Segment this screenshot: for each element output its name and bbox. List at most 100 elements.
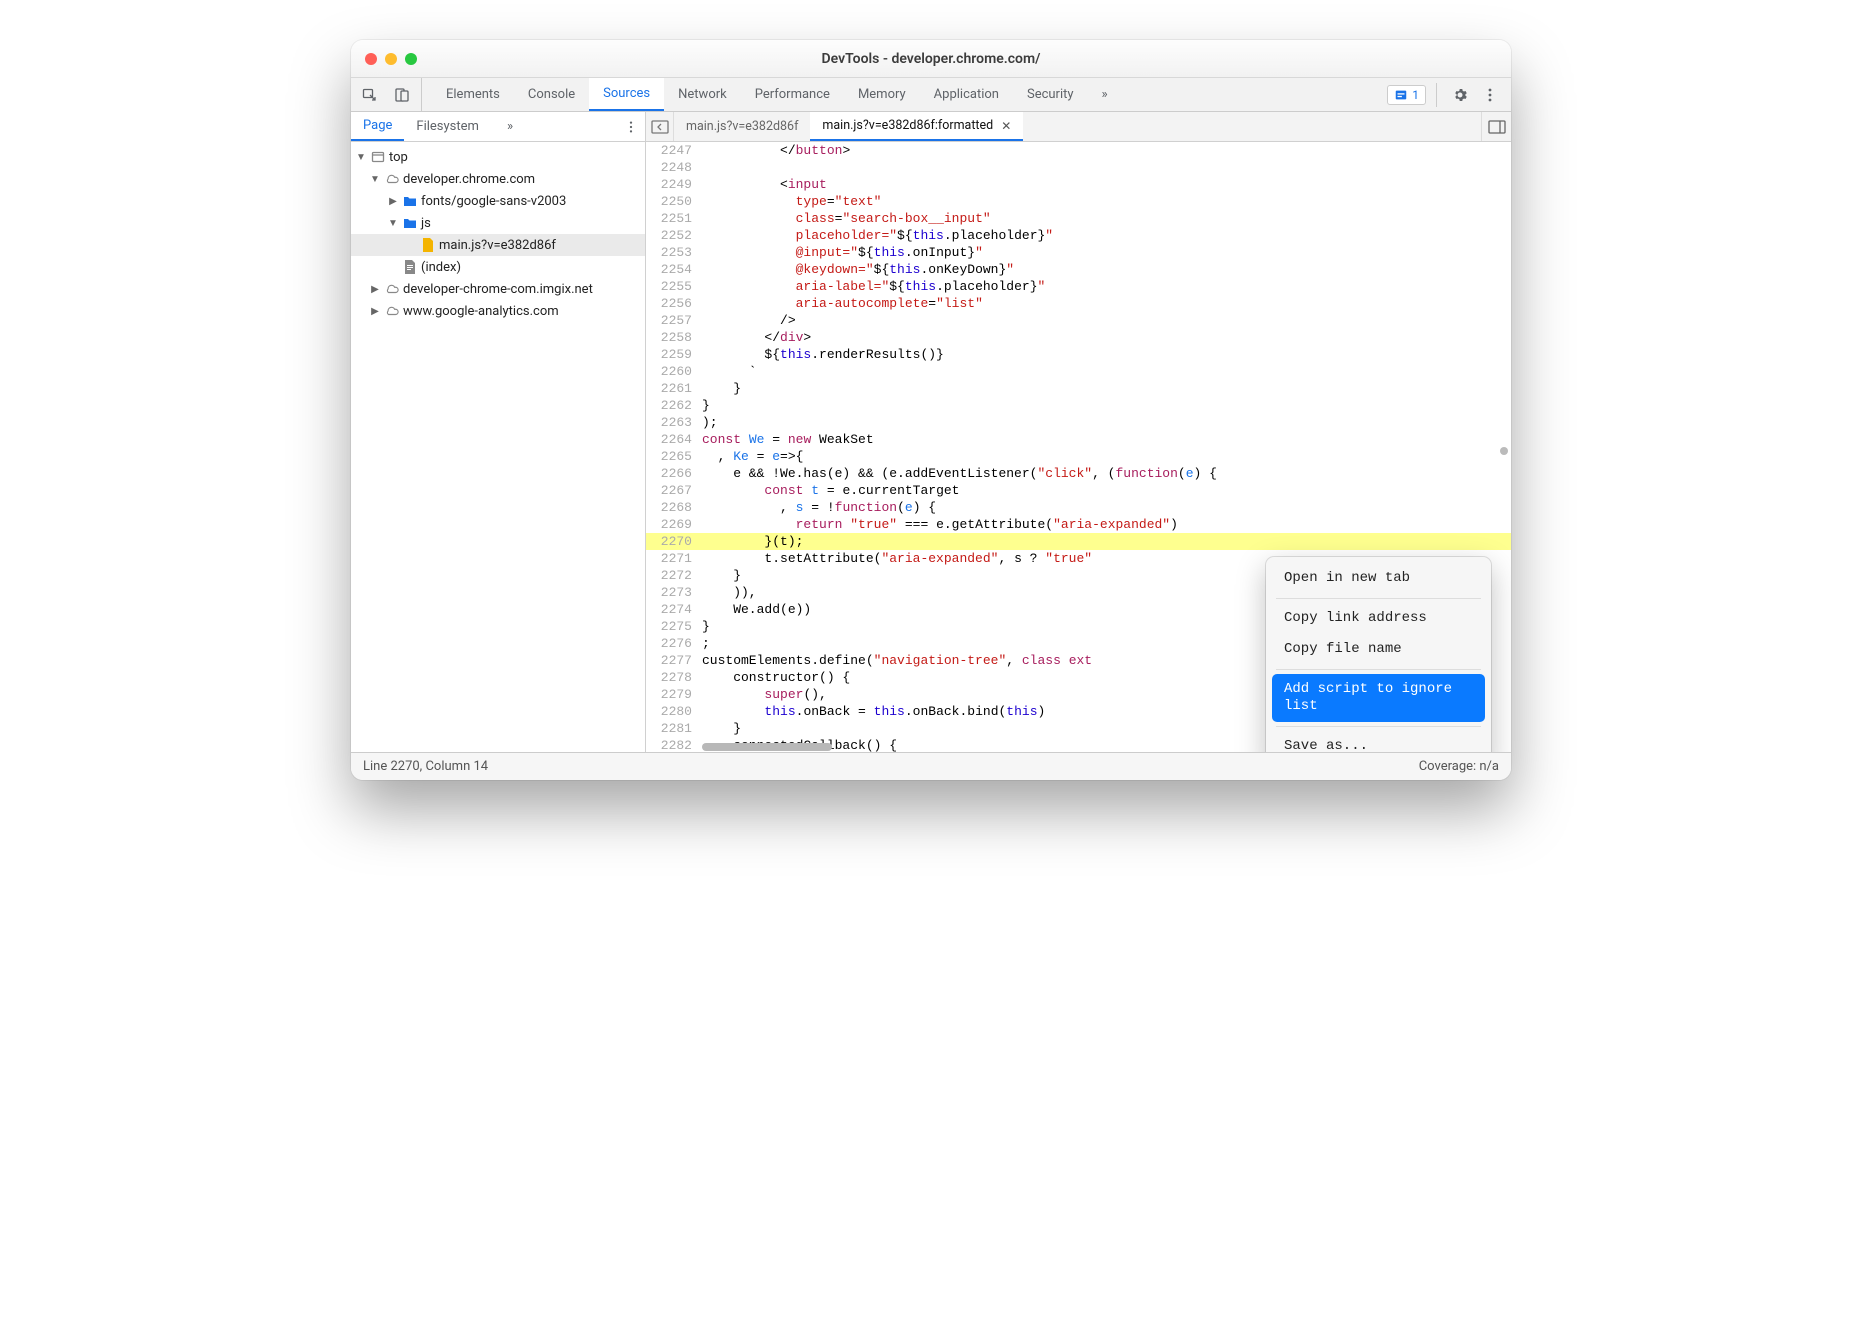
tree-file-index[interactable]: (index) (351, 256, 645, 278)
code-line[interactable]: 2249 <input (646, 176, 1511, 193)
code-editor[interactable]: 2247 </button>22482249 <input2250 type="… (646, 142, 1511, 752)
line-number[interactable]: 2266 (646, 465, 702, 482)
editor-nav-back-icon[interactable] (646, 112, 674, 141)
tab-network[interactable]: Network (664, 78, 741, 111)
tab-memory[interactable]: Memory (844, 78, 920, 111)
line-number[interactable]: 2268 (646, 499, 702, 516)
tree-file-main-js[interactable]: main.js?v=e382d86f (351, 234, 645, 256)
line-number[interactable]: 2282 (646, 737, 702, 752)
tree-folder-js[interactable]: ▼ js (351, 212, 645, 234)
toggle-right-panel-icon[interactable] (1481, 112, 1511, 141)
line-number[interactable]: 2265 (646, 448, 702, 465)
line-number[interactable]: 2278 (646, 669, 702, 686)
line-number[interactable]: 2254 (646, 261, 702, 278)
code-line[interactable]: 2260 ` (646, 363, 1511, 380)
line-number[interactable]: 2264 (646, 431, 702, 448)
issues-badge[interactable]: 1 (1387, 85, 1426, 105)
line-number[interactable]: 2249 (646, 176, 702, 193)
code-line[interactable]: 2270 }(t); (646, 533, 1511, 550)
code-line[interactable]: 2258 </div> (646, 329, 1511, 346)
sidetab-filesystem[interactable]: Filesystem (404, 112, 491, 141)
expand-arrow-icon[interactable]: ▶ (387, 196, 399, 207)
code-line[interactable]: 2247 </button> (646, 142, 1511, 159)
code-line[interactable]: 2268 , s = !function(e) { (646, 499, 1511, 516)
code-line[interactable]: 2253 @input="${this.onInput}" (646, 244, 1511, 261)
line-number[interactable]: 2253 (646, 244, 702, 261)
expand-arrow-icon[interactable]: ▶ (369, 284, 381, 295)
line-number[interactable]: 2260 (646, 363, 702, 380)
code-line[interactable]: 2261 } (646, 380, 1511, 397)
line-number[interactable]: 2247 (646, 142, 702, 159)
line-number[interactable]: 2276 (646, 635, 702, 652)
horizontal-scrollbar-thumb[interactable] (702, 743, 832, 751)
code-line[interactable]: 2262} (646, 397, 1511, 414)
code-line[interactable]: 2250 type="text" (646, 193, 1511, 210)
line-number[interactable]: 2277 (646, 652, 702, 669)
file-tree[interactable]: ▼ top ▼ developer.chrome.com ▶ fonts/goo… (351, 142, 645, 752)
line-number[interactable]: 2262 (646, 397, 702, 414)
expand-arrow-icon[interactable]: ▼ (369, 174, 381, 185)
code-line[interactable]: 2251 class="search-box__input" (646, 210, 1511, 227)
line-number[interactable]: 2270 (646, 533, 702, 550)
code-line[interactable]: 2248 (646, 159, 1511, 176)
line-number[interactable]: 2271 (646, 550, 702, 567)
line-number[interactable]: 2272 (646, 567, 702, 584)
line-number[interactable]: 2259 (646, 346, 702, 363)
expand-arrow-icon[interactable]: ▶ (369, 306, 381, 317)
code-line[interactable]: 2255 aria-label="${this.placeholder}" (646, 278, 1511, 295)
context-menu-item[interactable]: Open in new tab (1272, 563, 1485, 594)
close-window-button[interactable] (365, 53, 377, 65)
code-line[interactable]: 2269 return "true" === e.getAttribute("a… (646, 516, 1511, 533)
tab-elements[interactable]: Elements (432, 78, 514, 111)
tab-sources[interactable]: Sources (589, 78, 664, 111)
close-tab-icon[interactable]: ✕ (1001, 119, 1011, 133)
line-number[interactable]: 2250 (646, 193, 702, 210)
code-line[interactable]: 2263); (646, 414, 1511, 431)
line-number[interactable]: 2269 (646, 516, 702, 533)
code-line[interactable]: 2264const We = new WeakSet (646, 431, 1511, 448)
maximize-window-button[interactable] (405, 53, 417, 65)
code-line[interactable]: 2259 ${this.renderResults()} (646, 346, 1511, 363)
line-number[interactable]: 2267 (646, 482, 702, 499)
code-line[interactable]: 2266 e && !We.has(e) && (e.addEventListe… (646, 465, 1511, 482)
line-number[interactable]: 2279 (646, 686, 702, 703)
minimize-window-button[interactable] (385, 53, 397, 65)
sidetab-page[interactable]: Page (351, 112, 404, 141)
context-menu-item[interactable]: Add script to ignore list (1272, 674, 1485, 722)
context-menu-item[interactable]: Copy link address (1272, 603, 1485, 634)
tree-domain-developer[interactable]: ▼ developer.chrome.com (351, 168, 645, 190)
line-number[interactable]: 2256 (646, 295, 702, 312)
line-number[interactable]: 2258 (646, 329, 702, 346)
code-line[interactable]: 2257 /> (646, 312, 1511, 329)
line-number[interactable]: 2261 (646, 380, 702, 397)
code-line[interactable]: 2256 aria-autocomplete="list" (646, 295, 1511, 312)
line-number[interactable]: 2275 (646, 618, 702, 635)
tree-domain-imgix[interactable]: ▶ developer-chrome-com.imgix.net (351, 278, 645, 300)
sidebar-more-vert-icon[interactable] (617, 112, 645, 141)
expand-arrow-icon[interactable]: ▼ (355, 152, 367, 163)
code-line[interactable]: 2265 , Ke = e=>{ (646, 448, 1511, 465)
line-number[interactable]: 2263 (646, 414, 702, 431)
code-line[interactable]: 2267 const t = e.currentTarget (646, 482, 1511, 499)
inspect-element-icon[interactable] (357, 82, 383, 108)
toggle-device-toolbar-icon[interactable] (389, 82, 415, 108)
expand-arrow-icon[interactable]: ▼ (387, 218, 399, 229)
tabs-overflow[interactable]: » (1088, 78, 1122, 111)
sidetabs-overflow[interactable]: » (495, 112, 525, 141)
context-menu-item[interactable]: Copy file name (1272, 634, 1485, 665)
line-number[interactable]: 2252 (646, 227, 702, 244)
tab-application[interactable]: Application (920, 78, 1013, 111)
tree-domain-ga[interactable]: ▶ www.google-analytics.com (351, 300, 645, 322)
tab-performance[interactable]: Performance (741, 78, 844, 111)
line-number[interactable]: 2257 (646, 312, 702, 329)
context-menu-item[interactable]: Save as... (1272, 731, 1485, 752)
tab-console[interactable]: Console (514, 78, 589, 111)
line-number[interactable]: 2274 (646, 601, 702, 618)
settings-icon[interactable] (1447, 82, 1473, 108)
line-number[interactable]: 2255 (646, 278, 702, 295)
editor-tab-main[interactable]: main.js?v=e382d86f (674, 112, 810, 141)
code-line[interactable]: 2254 @keydown="${this.onKeyDown}" (646, 261, 1511, 278)
line-number[interactable]: 2251 (646, 210, 702, 227)
line-number[interactable]: 2281 (646, 720, 702, 737)
more-vert-icon[interactable] (1477, 82, 1503, 108)
